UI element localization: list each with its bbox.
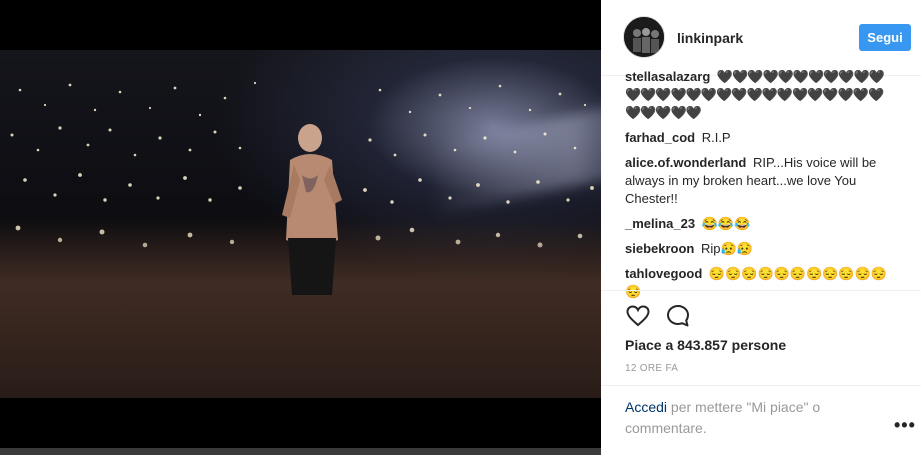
- comment-item: tahlovegood 😔😔😔😔😔😔😔😔😔😔😔😔: [625, 265, 895, 301]
- comment-item: _melina_23 😂😂😂: [625, 215, 895, 233]
- comment-bubble-icon[interactable]: [665, 303, 691, 329]
- comment-author[interactable]: _melina_23: [625, 216, 695, 231]
- post-media-area: [0, 0, 601, 455]
- comment-item: stellasalazarg 🖤🖤🖤🖤🖤🖤🖤🖤🖤🖤🖤🖤🖤🖤🖤🖤🖤🖤🖤🖤🖤🖤🖤🖤🖤…: [625, 68, 895, 122]
- post-username[interactable]: linkinpark: [677, 30, 743, 46]
- comment-author[interactable]: alice.of.wonderland: [625, 155, 746, 170]
- login-link[interactable]: Accedi: [625, 399, 667, 415]
- post-side-panel: linkinpark Segui stellasalazarg 🖤🖤🖤🖤🖤🖤🖤🖤…: [601, 0, 921, 455]
- more-horizontal-icon[interactable]: •••: [894, 415, 916, 436]
- band-photo-icon: [624, 17, 664, 57]
- comments-list[interactable]: stellasalazarg 🖤🖤🖤🖤🖤🖤🖤🖤🖤🖤🖤🖤🖤🖤🖤🖤🖤🖤🖤🖤🖤🖤🖤🖤🖤…: [625, 68, 895, 308]
- comment-author[interactable]: siebekroon: [625, 241, 694, 256]
- comment-author[interactable]: stellasalazarg: [625, 69, 710, 84]
- avatar[interactable]: [623, 16, 665, 58]
- post-header: linkinpark Segui: [601, 0, 921, 76]
- comment-item: siebekroon Rip😥😥: [625, 240, 895, 258]
- login-prompt: Accedi per mettere "Mi piace" o commenta…: [625, 397, 845, 439]
- comment-author[interactable]: tahlovegood: [625, 266, 702, 281]
- login-divider: [601, 385, 921, 386]
- comment-item: farhad_cod R.I.P: [625, 129, 895, 147]
- post-timestamp[interactable]: 12 ORE FA: [625, 363, 678, 374]
- singer-figure: [282, 124, 342, 295]
- actions-divider: [601, 290, 921, 292]
- comment-text: R.I.P: [701, 130, 731, 145]
- comment-item: alice.of.wonderland RIP...His voice will…: [625, 154, 895, 208]
- next-post-edge: [0, 448, 601, 455]
- concert-photo[interactable]: [0, 50, 601, 398]
- heart-outline-icon[interactable]: [625, 303, 651, 329]
- comment-text: Rip😥😥: [700, 241, 753, 256]
- comment-author[interactable]: farhad_cod: [625, 130, 695, 145]
- comment-text: 😂😂😂: [701, 216, 751, 231]
- likes-count[interactable]: Piace a 843.857 persone: [625, 337, 786, 353]
- follow-button[interactable]: Segui: [859, 24, 911, 51]
